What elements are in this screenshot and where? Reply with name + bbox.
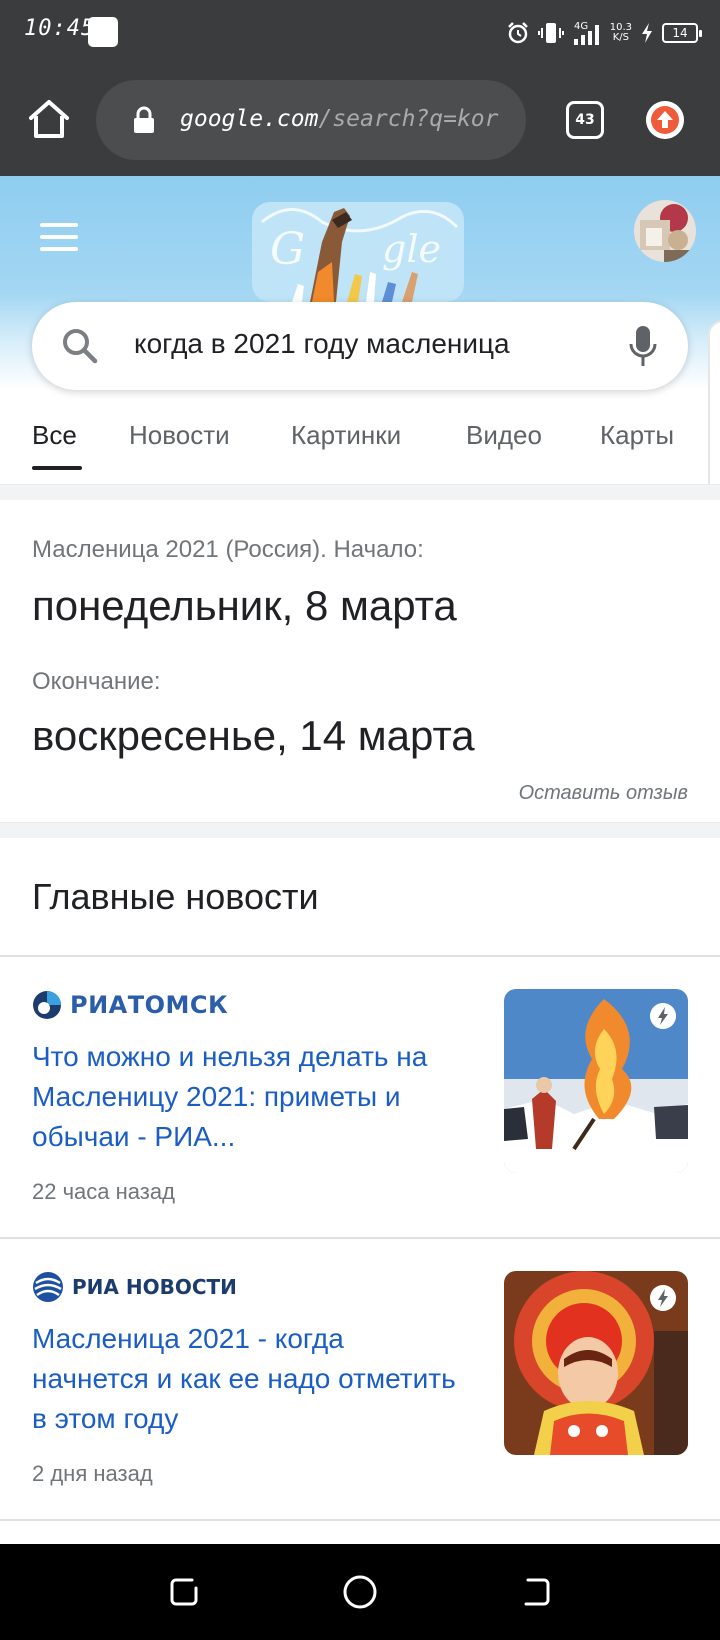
recent-apps-icon[interactable]: [162, 1570, 206, 1614]
alarm-icon: [507, 22, 528, 44]
microphone-icon[interactable]: [628, 324, 658, 368]
browser-chrome: 10:45 4G 10.3 K/S 14 google.com/search?q…: [0, 0, 720, 176]
end-date: воскресенье, 14 марта: [32, 712, 475, 759]
section-divider: [0, 484, 720, 500]
status-time: 10:45: [24, 16, 96, 41]
menu-icon[interactable]: [40, 223, 78, 251]
news-headline[interactable]: Что можно и нельзя делать на Масленицу 2…: [32, 1037, 462, 1157]
top-news-heading: Главные новости: [32, 876, 319, 917]
answer-card: Масленица 2021 (Россия). Начало: понедел…: [0, 500, 720, 822]
search-query[interactable]: когда в 2021 году масленица: [134, 328, 510, 360]
tab-switcher-button[interactable]: 43: [566, 101, 604, 139]
lock-icon: [134, 106, 154, 133]
svg-text:gle: gle: [382, 227, 441, 271]
end-label: Окончание:: [32, 668, 161, 695]
home-icon[interactable]: [26, 96, 72, 142]
net-speed: 10.3 K/S: [610, 23, 632, 43]
amp-lightning-icon: [650, 1285, 676, 1311]
active-tab-indicator: [32, 466, 82, 470]
url-host: google.com: [180, 106, 319, 132]
google-doodle-logo[interactable]: G gle: [252, 202, 464, 302]
tab-images[interactable]: Картинки: [291, 420, 401, 451]
url-bar[interactable]: google.com/search?q=kor: [96, 80, 526, 160]
divider: [0, 1519, 720, 1521]
news-headline[interactable]: Масленица 2021 - когда начнется и как ее…: [32, 1319, 462, 1439]
start-date: понедельник, 8 марта: [32, 582, 457, 629]
source-logo: РИАТОМСК: [32, 989, 228, 1021]
news-thumbnail[interactable]: [504, 1271, 688, 1455]
feedback-link[interactable]: Оставить отзыв: [519, 782, 688, 805]
search-box[interactable]: когда в 2021 году масленица: [32, 302, 688, 390]
news-time: 22 часа назад: [32, 1179, 175, 1204]
tab-video[interactable]: Видео: [466, 420, 542, 451]
source-logo: РИА НОВОСТИ: [32, 1271, 237, 1303]
battery-indicator: 14: [662, 23, 702, 43]
tab-all[interactable]: Все: [32, 420, 77, 451]
net-speed-unit: K/S: [612, 32, 629, 43]
network-type: 4G: [574, 21, 588, 32]
source-name: РИАТОМСК: [70, 991, 229, 1019]
amp-lightning-icon: [650, 1003, 676, 1029]
news-item[interactable]: РИА НОВОСТИ Масленица 2021 - когда начне…: [0, 1239, 720, 1521]
news-time: 2 дня назад: [32, 1461, 153, 1486]
status-icons: 4G 10.3 K/S 14: [506, 16, 702, 50]
ria-novosti-logo-icon: [33, 1272, 63, 1302]
svg-text:G: G: [270, 224, 305, 275]
charging-icon: [642, 23, 652, 43]
search-icon[interactable]: [60, 326, 100, 366]
url-path: /search?q=kor: [318, 106, 499, 132]
url-text: google.com/search?q=kor: [180, 106, 510, 132]
system-nav-bar: [0, 1544, 720, 1640]
status-bar: 10:45 4G 10.3 K/S 14: [0, 0, 720, 66]
news-thumbnail[interactable]: [504, 989, 688, 1173]
ria-tomsk-logo-icon: [33, 991, 61, 1019]
user-avatar[interactable]: [634, 200, 696, 262]
vibrate-icon: [537, 23, 564, 43]
tab-maps[interactable]: Карты: [600, 420, 674, 451]
source-name: РИА НОВОСТИ: [72, 1275, 237, 1299]
news-item[interactable]: РИАТОМСК Что можно и нельзя делать на Ма…: [0, 957, 720, 1239]
notification-icon: [88, 17, 118, 47]
signal-icon: 4G: [573, 21, 599, 45]
start-label: Масленица 2021 (Россия). Начало:: [32, 536, 424, 563]
section-divider: [0, 822, 720, 838]
tab-news[interactable]: Новости: [129, 420, 230, 451]
search-tabs: Все Новости Картинки Видео Карты: [32, 420, 712, 476]
back-icon[interactable]: [514, 1570, 558, 1614]
update-icon[interactable]: [646, 101, 684, 139]
home-nav-icon[interactable]: [338, 1570, 382, 1614]
